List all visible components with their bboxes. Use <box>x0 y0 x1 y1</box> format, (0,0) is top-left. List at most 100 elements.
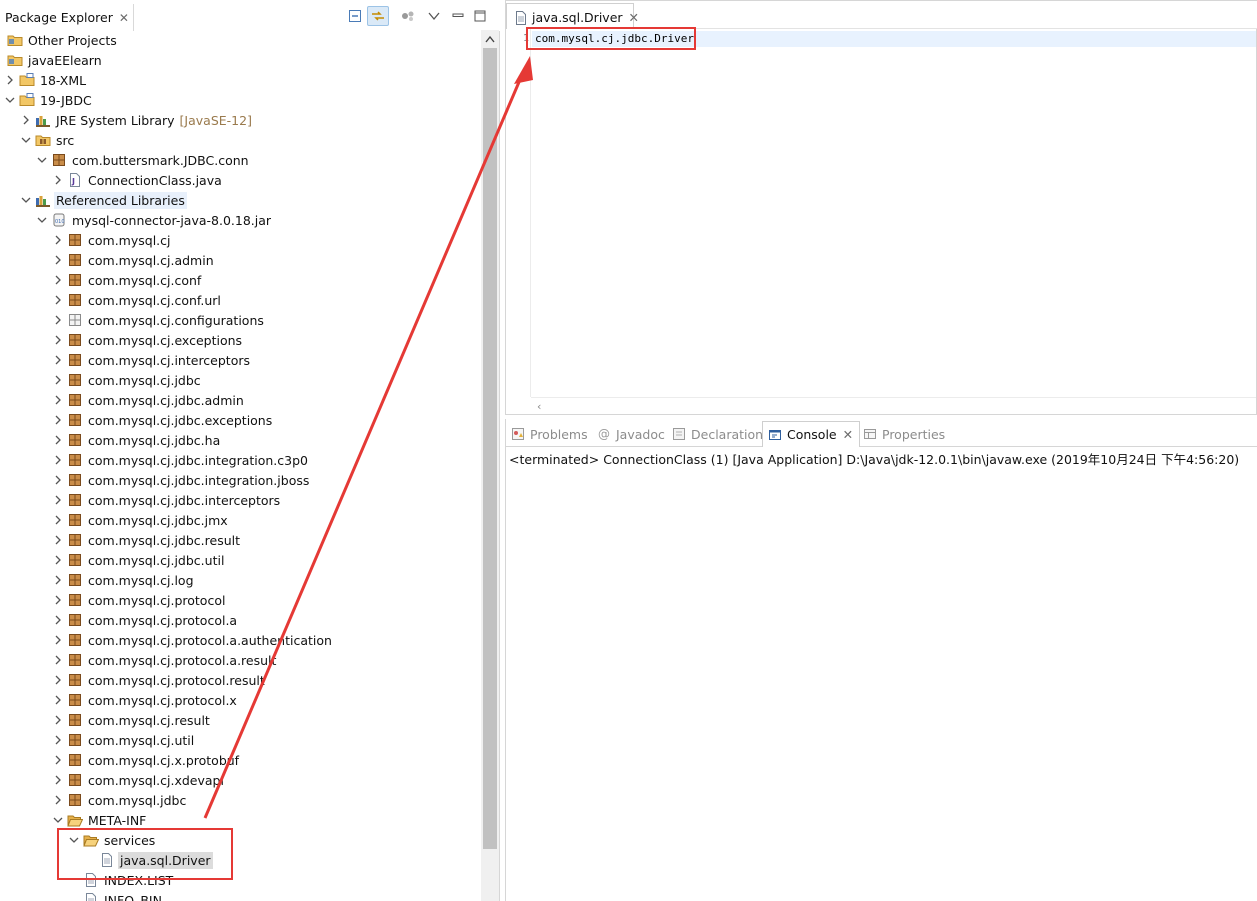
tab-problems[interactable]: Problems <box>508 421 588 447</box>
expand-arrow-icon[interactable] <box>52 454 64 466</box>
tree-item[interactable]: com.mysql.cj.jdbc.ha <box>0 430 482 450</box>
tree-item[interactable]: com.mysql.cj.interceptors <box>0 350 482 370</box>
expand-arrow-icon[interactable] <box>4 74 16 86</box>
tree-item[interactable]: com.mysql.cj.jdbc.jmx <box>0 510 482 530</box>
expand-arrow-icon[interactable] <box>52 434 64 446</box>
close-console-icon[interactable]: ✕ <box>843 427 853 442</box>
tree-item[interactable]: com.mysql.cj.protocol.result <box>0 670 482 690</box>
tree-item[interactable]: com.mysql.cj.protocol.a <box>0 610 482 630</box>
horizontal-scrollbar[interactable]: ‹ <box>531 397 1256 414</box>
tab-console[interactable]: Console ✕ <box>762 421 861 447</box>
tree-item[interactable]: com.mysql.cj.conf <box>0 270 482 290</box>
expand-arrow-icon[interactable] <box>52 534 64 546</box>
expand-arrow-icon[interactable] <box>52 414 64 426</box>
tree-item[interactable]: com.mysql.cj <box>0 230 482 250</box>
expand-arrow-icon[interactable] <box>52 694 64 706</box>
expand-arrow-icon[interactable] <box>52 234 64 246</box>
tree-item[interactable]: 010 mysql-connector-java-8.0.18.jar <box>0 210 482 230</box>
tree-item[interactable]: com.mysql.cj.protocol.a.result <box>0 650 482 670</box>
tree-item[interactable]: com.mysql.cj.protocol.x <box>0 690 482 710</box>
expand-arrow-icon[interactable] <box>52 774 64 786</box>
collapse-arrow-icon[interactable] <box>36 154 48 166</box>
minimize-icon[interactable] <box>447 6 469 26</box>
expand-arrow-icon[interactable] <box>52 554 64 566</box>
tree-item[interactable]: com.mysql.cj.jdbc.admin <box>0 390 482 410</box>
scroll-left-icon[interactable]: ‹ <box>537 400 541 413</box>
expand-arrow-icon[interactable] <box>52 334 64 346</box>
collapse-all-icon[interactable] <box>344 6 366 26</box>
tree-item[interactable]: J ConnectionClass.java <box>0 170 482 190</box>
expand-arrow-icon[interactable] <box>52 714 64 726</box>
collapse-arrow-icon[interactable] <box>20 134 32 146</box>
expand-arrow-icon[interactable] <box>52 294 64 306</box>
tree-item[interactable]: com.mysql.jdbc <box>0 790 482 810</box>
expand-arrow-icon[interactable] <box>52 394 64 406</box>
tab-javadoc[interactable]: @ Javadoc <box>594 421 665 447</box>
expand-arrow-icon[interactable] <box>52 274 64 286</box>
tree-item[interactable]: JRE System Library [JavaSE-12] <box>0 110 482 130</box>
expand-arrow-icon[interactable] <box>52 254 64 266</box>
tree-item[interactable]: 18-XML <box>0 70 482 90</box>
expand-arrow-icon[interactable] <box>52 354 64 366</box>
scrollbar-thumb[interactable] <box>483 48 497 849</box>
tree-item[interactable]: com.mysql.cj.jdbc.exceptions <box>0 410 482 430</box>
expand-arrow-icon[interactable] <box>52 174 64 186</box>
expand-arrow-icon[interactable] <box>52 374 64 386</box>
tree-item[interactable]: com.mysql.cj.protocol <box>0 590 482 610</box>
expand-arrow-icon[interactable] <box>52 514 64 526</box>
tree-item[interactable]: com.mysql.cj.jdbc.integration.jboss <box>0 470 482 490</box>
collapse-arrow-icon[interactable] <box>52 814 64 826</box>
expand-arrow-icon[interactable] <box>20 114 32 126</box>
collapse-arrow-icon[interactable] <box>20 194 32 206</box>
editor-tab-java-sql-driver[interactable]: java.sql.Driver ✕ <box>506 3 639 29</box>
package-explorer-tab[interactable]: Package Explorer ✕ <box>0 4 134 31</box>
link-with-editor-icon[interactable] <box>367 6 389 26</box>
tree-item[interactable]: Other Projects <box>0 30 482 50</box>
vertical-scrollbar[interactable] <box>481 30 499 901</box>
tree-item[interactable]: com.buttersmark.JDBC.conn <box>0 150 482 170</box>
tree-item[interactable]: com.mysql.cj.jdbc.result <box>0 530 482 550</box>
tree-item[interactable]: INFO_BIN <box>0 890 482 901</box>
tree-item[interactable]: META-INF <box>0 810 482 830</box>
close-tab-icon[interactable]: ✕ <box>629 10 639 25</box>
tree-item[interactable]: com.mysql.cj.conf.url <box>0 290 482 310</box>
expand-arrow-icon[interactable] <box>52 574 64 586</box>
expand-arrow-icon[interactable] <box>52 674 64 686</box>
tree-item[interactable]: Referenced Libraries <box>0 190 482 210</box>
maximize-icon[interactable] <box>469 6 491 26</box>
view-menu-icon[interactable] <box>423 6 445 26</box>
expand-arrow-icon[interactable] <box>52 474 64 486</box>
tree-item[interactable]: com.mysql.cj.result <box>0 710 482 730</box>
tree-item[interactable]: com.mysql.cj.exceptions <box>0 330 482 350</box>
tree-item[interactable]: 19-JBDC <box>0 90 482 110</box>
expand-arrow-icon[interactable] <box>52 314 64 326</box>
expand-arrow-icon[interactable] <box>52 634 64 646</box>
collapse-arrow-icon[interactable] <box>4 94 16 106</box>
tree-item[interactable]: src <box>0 130 482 150</box>
tree-item[interactable]: com.mysql.cj.jdbc.integration.c3p0 <box>0 450 482 470</box>
tree-item[interactable]: com.mysql.cj.jdbc.util <box>0 550 482 570</box>
tree-item[interactable]: com.mysql.cj.log <box>0 570 482 590</box>
expand-arrow-icon[interactable] <box>52 754 64 766</box>
scroll-up-icon[interactable] <box>481 30 499 47</box>
tree-item[interactable]: com.mysql.cj.protocol.a.authentication <box>0 630 482 650</box>
tree-item[interactable]: javaEElearn <box>0 50 482 70</box>
tree-item[interactable]: com.mysql.cj.jdbc.interceptors <box>0 490 482 510</box>
tree-item[interactable]: com.mysql.cj.admin <box>0 250 482 270</box>
expand-arrow-icon[interactable] <box>52 594 64 606</box>
collapse-arrow-icon[interactable] <box>36 214 48 226</box>
expand-arrow-icon[interactable] <box>52 734 64 746</box>
tree-item[interactable]: com.mysql.cj.x.protobuf <box>0 750 482 770</box>
tree-item[interactable]: com.mysql.cj.configurations <box>0 310 482 330</box>
tree-item[interactable]: com.mysql.cj.jdbc <box>0 370 482 390</box>
expand-arrow-icon[interactable] <box>52 654 64 666</box>
tree-item[interactable]: com.mysql.cj.xdevapi <box>0 770 482 790</box>
tree-item[interactable]: com.mysql.cj.util <box>0 730 482 750</box>
tab-properties[interactable]: Properties <box>860 421 945 447</box>
expand-arrow-icon[interactable] <box>52 494 64 506</box>
filters-icon[interactable] <box>397 6 419 26</box>
expand-arrow-icon[interactable] <box>52 794 64 806</box>
tab-declaration[interactable]: Declaration <box>669 421 763 447</box>
expand-arrow-icon[interactable] <box>52 614 64 626</box>
close-icon[interactable]: ✕ <box>119 11 129 25</box>
